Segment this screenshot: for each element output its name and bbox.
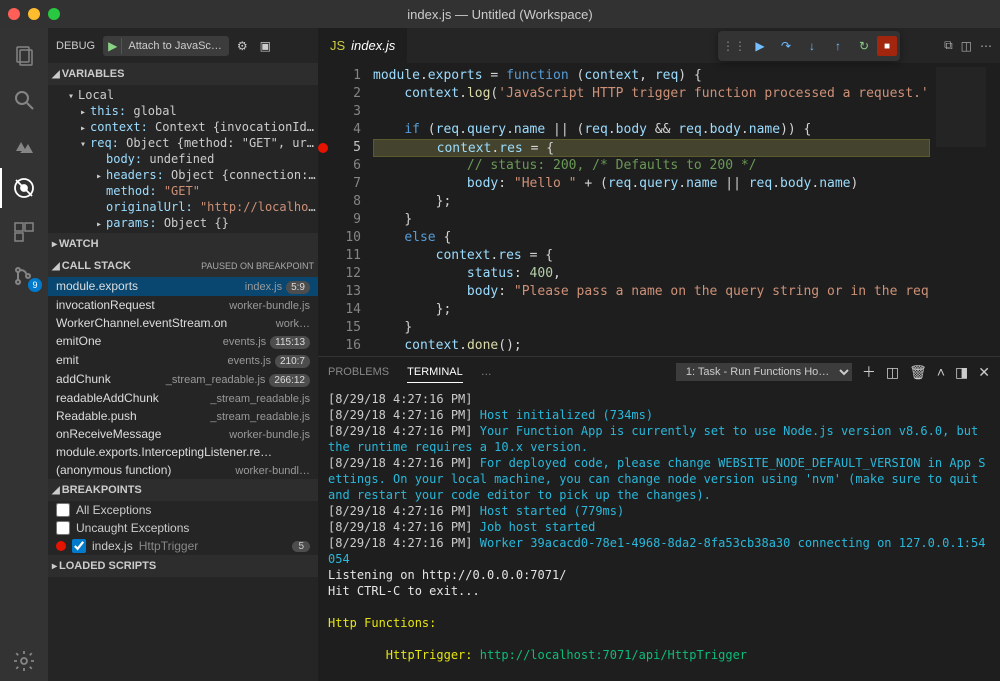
callstack-frame[interactable]: addChunk_stream_readable.js266:12 <box>48 370 318 389</box>
callstack-frame[interactable]: emitevents.js210:7 <box>48 351 318 370</box>
terminal-tab[interactable]: TERMINAL <box>407 362 463 383</box>
split-editor-icon[interactable]: ◫ <box>961 39 972 53</box>
drag-handle-icon[interactable]: ⋮⋮ <box>721 34 747 58</box>
debug-config-select[interactable]: Attach to JavaSc… <box>121 38 228 54</box>
more-tabs[interactable]: … <box>481 362 492 382</box>
callstack-list: module.exportsindex.js5:9invocationReque… <box>48 277 318 479</box>
minimize-window-button[interactable] <box>28 8 40 20</box>
explorer-icon[interactable] <box>0 36 48 76</box>
callstack-frame[interactable]: module.exportsindex.js5:9 <box>48 277 318 296</box>
panel-tabs: PROBLEMS TERMINAL … 1: Task - Run Functi… <box>318 357 1000 387</box>
chevron-down-icon: ◢ <box>52 261 60 272</box>
variable-row[interactable]: ▸context: Context {invocationId: "06… <box>48 119 318 135</box>
callstack-frame[interactable]: onReceiveMessageworker-bundle.js <box>48 425 318 443</box>
panel-position-icon[interactable]: ◨ <box>955 364 968 381</box>
variable-row[interactable]: body: undefined <box>48 151 318 167</box>
configure-gear-icon[interactable]: ⚙ <box>233 39 252 53</box>
maximize-panel-icon[interactable]: ˄ <box>937 364 945 380</box>
breakpoint-checkbox[interactable] <box>56 521 70 535</box>
breakpoints-list: All ExceptionsUncaught Exceptionsindex.j… <box>48 501 318 555</box>
breakpoint-checkbox[interactable] <box>56 503 70 517</box>
code-content[interactable]: module.exports = function (context, req)… <box>373 63 930 356</box>
step-out-button[interactable]: ↑ <box>825 34 851 58</box>
callstack-frame[interactable]: readableAddChunk_stream_readable.js <box>48 389 318 407</box>
callstack-frame[interactable]: WorkerChannel.eventStream.onwork… <box>48 314 318 332</box>
minimap[interactable] <box>930 63 1000 356</box>
variable-row[interactable]: ▸params: Object {} <box>48 215 318 231</box>
variable-row[interactable]: ▸this: global <box>48 103 318 119</box>
new-terminal-icon[interactable]: ＋ <box>862 362 876 382</box>
debug-sidebar: DEBUG ▶ Attach to JavaSc… ⚙ ▣ ◢ VARIABLE… <box>48 28 318 681</box>
loaded-scripts-header[interactable]: ▸ LOADED SCRIPTS <box>48 555 318 577</box>
search-icon[interactable] <box>0 80 48 120</box>
scm-icon[interactable]: 9 <box>0 256 48 296</box>
step-into-button[interactable]: ↓ <box>799 34 825 58</box>
callstack-frame[interactable]: emitOneevents.js115:13 <box>48 332 318 351</box>
debug-action-bar[interactable]: ⋮⋮ ▶ ↷ ↓ ↑ ↻ ■ <box>718 31 900 61</box>
maximize-window-button[interactable] <box>48 8 60 20</box>
breakpoint-row[interactable]: Uncaught Exceptions <box>48 519 318 537</box>
variable-row[interactable]: originalUrl: "http://localhost:70… <box>48 199 318 215</box>
close-window-button[interactable] <box>8 8 20 20</box>
debug-console-icon[interactable]: ▣ <box>256 39 275 53</box>
variable-row[interactable]: method: "GET" <box>48 183 318 199</box>
editor-tabs: JS index.js ⋮⋮ ▶ ↷ ↓ ↑ ↻ ■ ⧉ ◫ ⋯ <box>318 28 1000 63</box>
activity-bar: 9 <box>0 28 48 681</box>
play-icon: ▶ <box>104 37 121 55</box>
variable-row[interactable]: ▾req: Object {method: "GET", url: "h… <box>48 135 318 151</box>
split-compare-icon[interactable]: ⧉ <box>944 38 953 53</box>
variables-scope[interactable]: ▾Local <box>48 87 318 103</box>
titlebar: index.js — Untitled (Workspace) <box>0 0 1000 28</box>
chevron-down-icon: ◢ <box>52 69 60 80</box>
line-gutter: 1234 5 6789 10111213 14151617 <box>318 63 373 356</box>
breakpoint-checkbox[interactable] <box>72 539 86 553</box>
window-title: index.js — Untitled (Workspace) <box>407 7 592 22</box>
problems-tab[interactable]: PROBLEMS <box>328 362 389 382</box>
window-controls <box>8 8 60 20</box>
callstack-header[interactable]: ◢ CALL STACK PAUSED ON BREAKPOINT <box>48 255 318 277</box>
breakpoints-header[interactable]: ◢ BREAKPOINTS <box>48 479 318 501</box>
step-over-button[interactable]: ↷ <box>773 34 799 58</box>
chevron-right-icon: ▸ <box>52 239 57 250</box>
callstack-frame[interactable]: Readable.push_stream_readable.js <box>48 407 318 425</box>
bottom-panel: PROBLEMS TERMINAL … 1: Task - Run Functi… <box>318 356 1000 681</box>
split-terminal-icon[interactable]: ◫ <box>886 364 899 381</box>
close-panel-icon[interactable]: ✕ <box>978 364 990 381</box>
azure-icon[interactable] <box>0 124 48 164</box>
breakpoint-glyph[interactable] <box>318 143 328 153</box>
variables-tree: ▾Local ▸this: global ▸context: Context {… <box>48 85 318 233</box>
js-file-icon: JS <box>330 38 345 53</box>
debug-label: DEBUG <box>56 40 95 52</box>
chevron-down-icon: ◢ <box>52 485 60 496</box>
variables-header[interactable]: ◢ VARIABLES <box>48 63 318 85</box>
callstack-frame[interactable]: module.exports.InterceptingListener.re… <box>48 443 318 461</box>
callstack-frame[interactable]: (anonymous function)worker-bundl… <box>48 461 318 479</box>
stop-button[interactable]: ■ <box>877 36 897 56</box>
extensions-icon[interactable] <box>0 212 48 252</box>
breakpoint-row[interactable]: All Exceptions <box>48 501 318 519</box>
watch-header[interactable]: ▸ WATCH <box>48 233 318 255</box>
chevron-right-icon: ▸ <box>52 561 57 572</box>
editor-area: JS index.js ⋮⋮ ▶ ↷ ↓ ↑ ↻ ■ ⧉ ◫ ⋯ 1234 5 <box>318 28 1000 681</box>
editor-tab[interactable]: JS index.js <box>318 28 408 63</box>
breakpoint-row[interactable]: index.jsHttpTrigger5 <box>48 537 318 555</box>
restart-button[interactable]: ↻ <box>851 34 877 58</box>
debug-toolbar: DEBUG ▶ Attach to JavaSc… ⚙ ▣ <box>48 28 318 63</box>
code-editor[interactable]: 1234 5 6789 10111213 14151617 module.exp… <box>318 63 1000 356</box>
debug-icon[interactable] <box>0 168 48 208</box>
terminal-task-select[interactable]: 1: Task - Run Functions Ho… <box>676 363 852 381</box>
callstack-frame[interactable]: invocationRequestworker-bundle.js <box>48 296 318 314</box>
terminal-output[interactable]: [8/29/18 4:27:16 PM][8/29/18 4:27:16 PM]… <box>318 387 1000 681</box>
editor-actions: ⧉ ◫ ⋯ <box>936 28 1000 63</box>
trash-icon[interactable]: 🗑 <box>909 364 927 381</box>
start-debug-button[interactable]: ▶ Attach to JavaSc… <box>103 36 229 56</box>
settings-gear-icon[interactable] <box>0 641 48 681</box>
variable-row[interactable]: ▸headers: Object {connection: "kee… <box>48 167 318 183</box>
scm-badge: 9 <box>28 278 42 292</box>
breakpoint-dot-icon <box>56 541 66 551</box>
more-actions-icon[interactable]: ⋯ <box>980 39 992 53</box>
continue-button[interactable]: ▶ <box>747 34 773 58</box>
